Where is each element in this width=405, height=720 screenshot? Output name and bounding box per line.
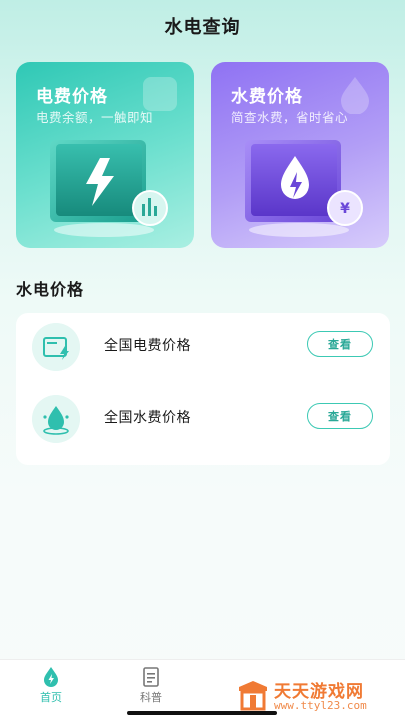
watermark-logo-icon bbox=[239, 681, 267, 711]
electric-bill-icon bbox=[32, 323, 80, 371]
electric-price-card[interactable]: 电费价格 电费余额，一触即知 bbox=[16, 62, 194, 248]
view-water-price-button[interactable]: 查看 bbox=[307, 403, 373, 429]
document-icon bbox=[143, 667, 159, 687]
home-drop-icon bbox=[44, 667, 58, 687]
list-item-label: 全国水费价格 bbox=[104, 410, 191, 426]
water-card-title: 水费价格 bbox=[231, 87, 303, 107]
watermark: 天天游戏网 www.ttyl23.com bbox=[236, 675, 404, 719]
price-list: 全国电费价格 查看 全国水费价格 查看 bbox=[16, 313, 390, 465]
view-electric-price-button[interactable]: 查看 bbox=[307, 331, 373, 357]
lightning-icon bbox=[143, 77, 177, 111]
water-card-subtitle: 简查水费，省时省心 bbox=[231, 110, 349, 125]
electric-card-title: 电费价格 bbox=[36, 87, 108, 107]
electric-card-subtitle: 电费余额，一触即知 bbox=[36, 110, 154, 125]
list-item-water-price[interactable]: 全国水费价格 查看 bbox=[16, 385, 390, 455]
water-drop-icon bbox=[341, 77, 369, 114]
watermark-url: www.ttyl23.com bbox=[274, 699, 367, 712]
water-price-card[interactable]: 水费价格 简查水费，省时省心 ¥ bbox=[211, 62, 389, 248]
tab-home[interactable]: 首页 bbox=[11, 660, 91, 705]
tab-science[interactable]: 科普 bbox=[111, 660, 191, 705]
water-drop-icon bbox=[32, 395, 80, 443]
section-title: 水电价格 bbox=[16, 280, 85, 299]
page-title: 水电查询 bbox=[164, 17, 241, 38]
app-header: 水电查询 bbox=[0, 0, 405, 52]
water-drop-icon: ¥ bbox=[245, 140, 363, 237]
tab-science-label: 科普 bbox=[140, 691, 162, 704]
lightning-icon bbox=[50, 140, 168, 237]
list-item-label: 全国电费价格 bbox=[104, 338, 191, 354]
tab-home-label: 首页 bbox=[40, 691, 62, 704]
list-item-electric-price[interactable]: 全国电费价格 查看 bbox=[16, 313, 390, 383]
svg-text:¥: ¥ bbox=[340, 201, 350, 217]
